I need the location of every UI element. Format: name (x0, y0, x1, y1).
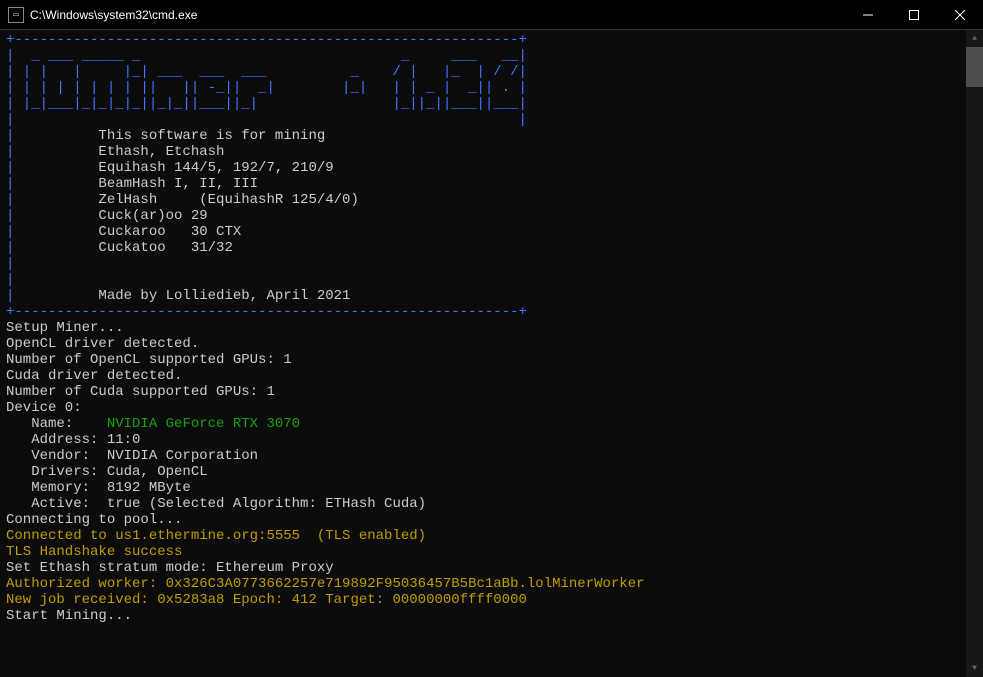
scrollbar-thumb[interactable] (966, 47, 983, 87)
window-titlebar: ▭ C:\Windows\system32\cmd.exe (0, 0, 983, 30)
terminal-output: +---------------------------------------… (0, 30, 983, 677)
minimize-button[interactable] (845, 0, 891, 29)
setup-log: Setup Miner... OpenCL driver detected. N… (6, 320, 977, 512)
scrollbar[interactable]: ▲ ▼ (966, 30, 983, 677)
window-title: C:\Windows\system32\cmd.exe (30, 8, 845, 22)
new-job: New job received: 0x5283a8 Epoch: 412 Ta… (6, 592, 527, 608)
close-button[interactable] (937, 0, 983, 29)
authorized-worker: Authorized worker: 0x326C3A0773662257e71… (6, 576, 645, 592)
gpu-name: NVIDIA GeForce RTX 3070 (107, 416, 300, 432)
pool-connected: Connected to us1.ethermine.org:5555 (TLS… (6, 528, 426, 544)
maximize-button[interactable] (891, 0, 937, 29)
tls-status: TLS Handshake success (6, 544, 182, 560)
window-controls (845, 0, 983, 29)
pool-log: Connecting to pool... Connected to us1.e… (6, 512, 977, 624)
ascii-banner: +---------------------------------------… (6, 32, 977, 320)
scroll-up-button[interactable]: ▲ (966, 30, 983, 47)
cmd-icon: ▭ (8, 7, 24, 23)
scroll-down-button[interactable]: ▼ (966, 660, 983, 677)
